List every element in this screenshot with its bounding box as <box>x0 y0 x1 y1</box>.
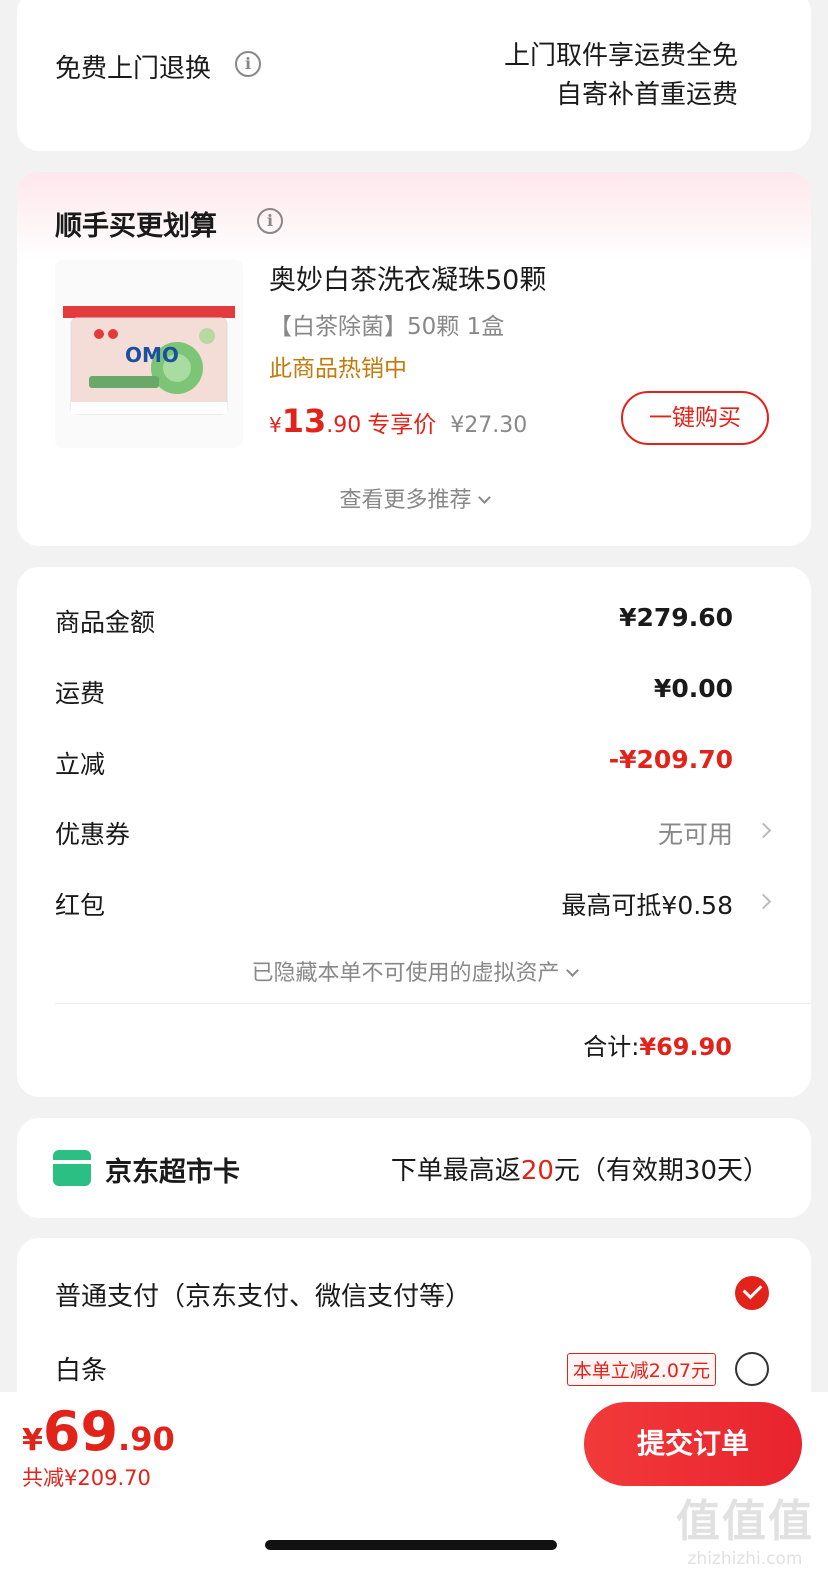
info-icon[interactable]: i <box>235 51 261 77</box>
product-spec: 【白茶除菌】50颗 1盒 <box>269 314 505 340</box>
jd-card-title: 京东超市卡 <box>105 1157 240 1188</box>
price-symbol: ¥ <box>269 413 282 437</box>
info-icon[interactable]: i <box>257 208 283 234</box>
submit-order-button[interactable]: 提交订单 <box>584 1402 802 1486</box>
return-service-label: 免费上门退换 <box>55 54 212 84</box>
summary-value: 最高可抵¥0.58 <box>561 891 733 920</box>
total-value: ¥69.90 <box>639 1033 732 1061</box>
summary-value: -¥209.70 <box>608 745 733 774</box>
chevron-right-icon <box>755 822 772 839</box>
summary-row-goods-amount: 商品金额 ¥279.60 <box>55 603 773 643</box>
price-integer: 13 <box>281 402 327 440</box>
old-price: ¥27.30 <box>450 413 528 438</box>
return-service-line2: 自寄补首重运费 <box>555 80 738 110</box>
payment-baitiao-label[interactable]: 白条 <box>55 1350 107 1387</box>
watermark-sub: zhizhizhi.com <box>687 1549 803 1569</box>
total-saved: 共减¥209.70 <box>22 1466 151 1490</box>
total-price: ¥69.90 <box>22 1400 175 1463</box>
more-recommend-label: 查看更多推荐 <box>339 488 472 513</box>
baitiao-discount-badge: 本单立减2.07元 <box>566 1353 716 1386</box>
bottom-bar: ¥69.90 共减¥209.70 提交订单 值值值 zhizhizhi.com <box>0 1392 828 1579</box>
total-row: 合计:¥69.90 <box>583 1027 732 1062</box>
return-service-line1: 上门取件享运费全免 <box>503 41 738 71</box>
chevron-down-icon <box>565 964 579 977</box>
price-symbol: ¥ <box>22 1423 43 1458</box>
product-name[interactable]: 奥妙白茶洗衣凝珠50颗 <box>269 258 546 297</box>
summary-label: 红包 <box>55 891 106 920</box>
payment-normal-label[interactable]: 普通支付（京东支付、微信支付等） <box>55 1276 471 1313</box>
summary-label: 运费 <box>55 679 106 708</box>
summary-row-discount: 立减 -¥209.70 <box>55 745 773 785</box>
hidden-assets-toggle[interactable]: 已隐藏本单不可使用的虚拟资产 <box>17 955 811 987</box>
return-service-card: 免费上门退换 i 上门取件享运费全免 自寄补首重运费 <box>17 0 811 151</box>
total-label: 合计: <box>583 1033 640 1061</box>
watermark-main: 值值值 <box>676 1496 814 1547</box>
unchecked-radio-icon[interactable] <box>735 1352 769 1386</box>
order-summary-card: 商品金额 ¥279.60 运费 ¥0.00 立减 -¥209.70 优惠券 无可… <box>17 567 811 1097</box>
watermark: 值值值 zhizhizhi.com <box>676 1485 814 1569</box>
product-price: ¥13.90 专享价 ¥27.30 <box>269 402 527 440</box>
price-decimal: .90 <box>118 1420 175 1458</box>
hot-sale-label: 此商品热销中 <box>269 356 407 382</box>
divider <box>55 1003 811 1004</box>
summary-label: 立减 <box>55 750 106 779</box>
jd-card-desc: 下单最高返20元（有效期30天） <box>390 1156 769 1186</box>
product-image[interactable]: OMO <box>55 260 243 448</box>
svg-text:OMO: OMO <box>125 343 179 367</box>
one-click-buy-button[interactable]: 一键购买 <box>621 391 769 445</box>
price-decimal: .90 <box>326 413 362 438</box>
summary-row-coupon[interactable]: 优惠券 无可用 <box>55 815 773 855</box>
summary-value: 无可用 <box>657 820 733 849</box>
price-tag: 专享价 <box>367 412 437 438</box>
chevron-right-icon <box>755 893 772 910</box>
summary-value: ¥279.60 <box>619 603 733 632</box>
price-integer: 69 <box>42 1400 119 1463</box>
hidden-assets-label: 已隐藏本单不可使用的虚拟资产 <box>251 961 560 986</box>
detergent-box-icon: OMO <box>63 306 235 415</box>
summary-row-shipping: 运费 ¥0.00 <box>55 674 773 714</box>
more-recommend-link[interactable]: 查看更多推荐 <box>17 482 811 514</box>
jd-card-row[interactable]: 京东超市卡 下单最高返20元（有效期30天） <box>17 1118 811 1218</box>
chevron-down-icon <box>477 491 491 504</box>
summary-label: 优惠券 <box>55 820 131 849</box>
checked-radio-icon[interactable] <box>735 1276 769 1310</box>
summary-value: ¥0.00 <box>653 674 733 703</box>
card-icon <box>53 1150 91 1186</box>
home-indicator[interactable] <box>265 1540 557 1550</box>
summary-row-red-packet[interactable]: 红包 最高可抵¥0.58 <box>55 886 773 926</box>
recommend-card: 顺手买更划算 i OMO 奥妙白茶洗衣凝珠50颗 【白茶除菌】50颗 1盒 此商… <box>17 172 811 546</box>
recommend-title: 顺手买更划算 <box>55 211 217 242</box>
summary-label: 商品金额 <box>55 608 156 637</box>
